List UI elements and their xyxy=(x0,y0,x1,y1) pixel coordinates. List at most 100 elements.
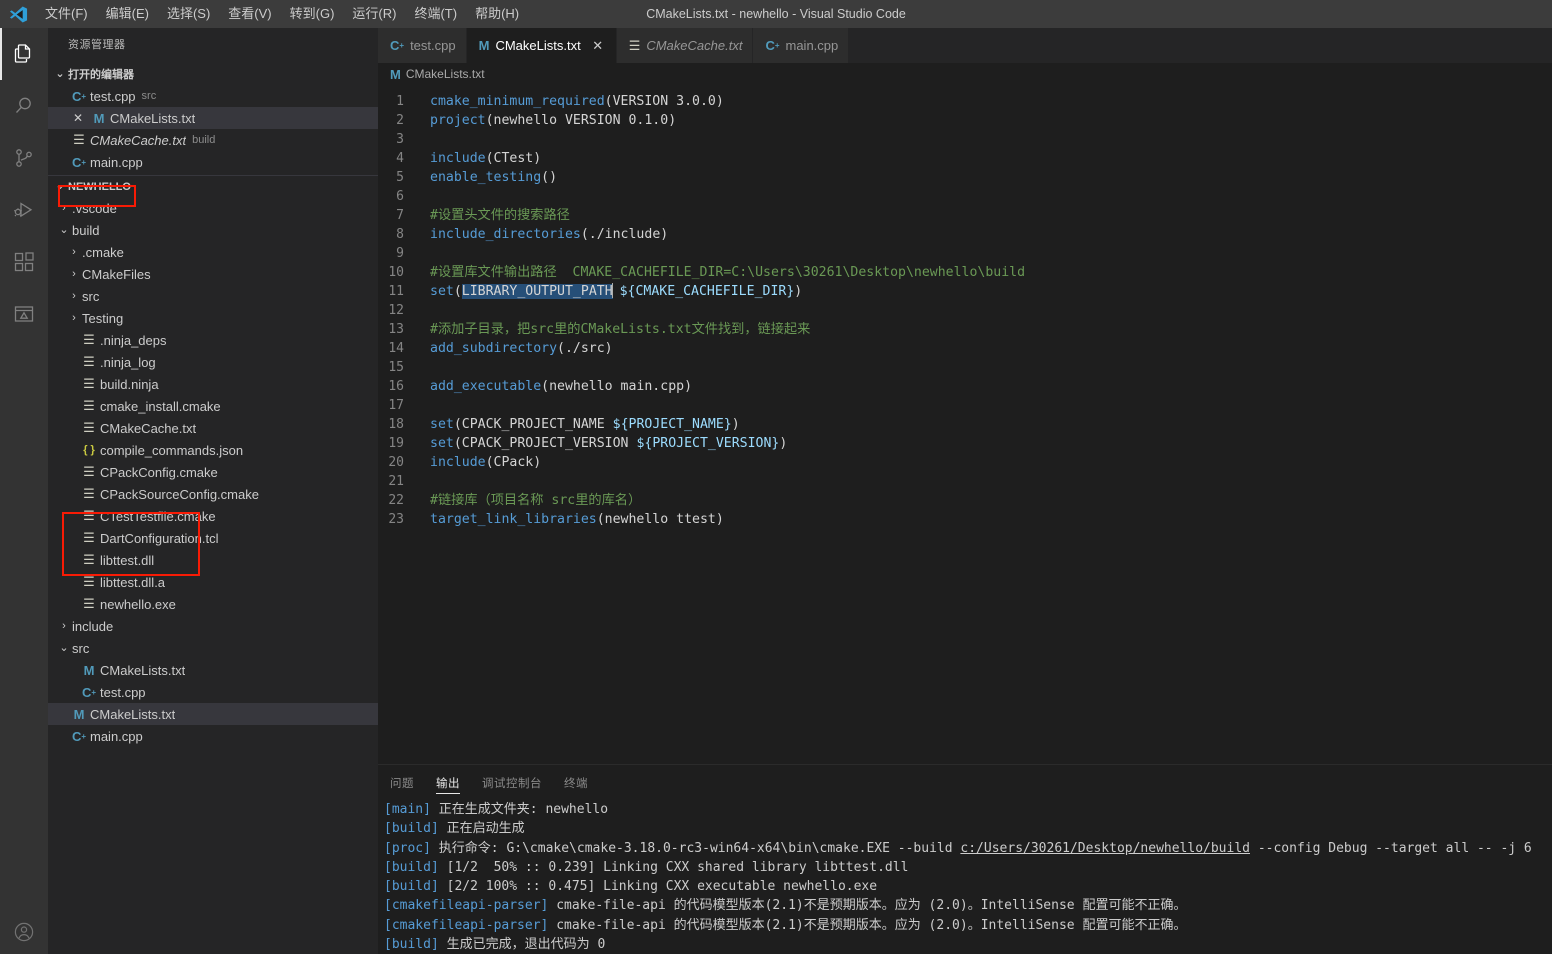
line-text[interactable]: cmake_minimum_required(VERSION 3.0.0) xyxy=(430,92,1552,111)
code-line[interactable]: 17 xyxy=(378,396,1552,415)
line-text[interactable]: include(CTest) xyxy=(430,149,1552,168)
tree-file-row[interactable]: ☰ libttest.dll.a xyxy=(48,571,378,593)
line-text[interactable]: include_directories(./include) xyxy=(430,225,1552,244)
tree-file-row[interactable]: ☰ CPackSourceConfig.cmake xyxy=(48,483,378,505)
tree-file-row[interactable]: M CMakeLists.txt xyxy=(48,703,378,725)
line-text[interactable]: #添加子目录，把src里的CMakeLists.txt文件找到，链接起来 xyxy=(430,320,1552,339)
line-text[interactable]: #设置头文件的搜索路径 xyxy=(430,206,1552,225)
menu-selection[interactable]: 选择(S) xyxy=(158,0,219,28)
code-line[interactable]: 20 include(CPack) xyxy=(378,453,1552,472)
workspace-folder-header[interactable]: ⌄ NEWHELLO xyxy=(48,175,378,197)
tree-file-row[interactable]: C + test.cpp xyxy=(48,681,378,703)
code-line[interactable]: 16 add_executable(newhello main.cpp) xyxy=(378,377,1552,396)
tree-folder-row[interactable]: ⌄ src xyxy=(48,637,378,659)
code-line[interactable]: 10 #设置库文件输出路径 CMAKE_CACHEFILE_DIR=C:\User… xyxy=(378,263,1552,282)
tree-file-row[interactable]: M CMakeLists.txt xyxy=(48,659,378,681)
output-content[interactable]: [main] 正在生成文件夹: newhello [build] 正在启动生成 [p… xyxy=(378,800,1552,954)
line-text[interactable]: set(CPACK_PROJECT_NAME ${PROJECT_NAME}) xyxy=(430,415,1552,434)
close-icon[interactable]: ✕ xyxy=(68,111,88,125)
code-line[interactable]: 15 xyxy=(378,358,1552,377)
tree-file-row[interactable]: ☰ CMakeCache.txt xyxy=(48,417,378,439)
panel-tab-terminal[interactable]: 终端 xyxy=(564,765,588,800)
code-line[interactable]: 7 #设置头文件的搜索路径 xyxy=(378,206,1552,225)
open-editor-main-cpp[interactable]: C + main.cpp xyxy=(48,151,378,173)
tab-main-cpp[interactable]: C + main.cpp xyxy=(753,28,850,63)
tree-folder-row[interactable]: ⌄ build xyxy=(48,219,378,241)
activitybar-run-and-debug-icon[interactable] xyxy=(0,184,48,236)
tree-file-row[interactable]: ☰ libttest.dll xyxy=(48,549,378,571)
code-line[interactable]: 2 project(newhello VERSION 0.1.0) xyxy=(378,111,1552,130)
tree-file-row[interactable]: C + main.cpp xyxy=(48,725,378,747)
activitybar-files-explorer-icon[interactable] xyxy=(0,28,48,80)
selected-text[interactable]: LIBRARY_OUTPUT_PATH xyxy=(461,284,613,299)
tree-folder-row[interactable]: › Testing xyxy=(48,307,378,329)
tab-cmakelists-txt[interactable]: M CMakeLists.txt ✕ xyxy=(466,28,617,63)
code-line[interactable]: 19 set(CPACK_PROJECT_VERSION ${PROJECT_VE… xyxy=(378,434,1552,453)
tree-file-row[interactable]: ☰ CTestTestfile.cmake xyxy=(48,505,378,527)
breadcrumb[interactable]: M CMakeLists.txt xyxy=(378,63,1552,85)
activitybar-source-control-icon[interactable] xyxy=(0,132,48,184)
activitybar-extensions-icon[interactable] xyxy=(0,236,48,288)
activitybar-cmake-tools-icon[interactable] xyxy=(0,288,48,340)
code-line[interactable]: 12 xyxy=(378,301,1552,320)
tab-close-icon[interactable]: ✕ xyxy=(590,38,606,54)
code-line[interactable]: 6 xyxy=(378,187,1552,206)
menu-edit[interactable]: 编辑(E) xyxy=(97,0,158,28)
tree-folder-row[interactable]: › CMakeFiles xyxy=(48,263,378,285)
menu-bar[interactable]: 文件(F) 编辑(E) 选择(S) 查看(V) 转到(G) 运行(R) 终端(T… xyxy=(36,0,528,28)
tree-file-row[interactable]: ☰ .ninja_deps xyxy=(48,329,378,351)
line-text[interactable]: include(CPack) xyxy=(430,453,1552,472)
code-content[interactable]: 1 cmake_minimum_required(VERSION 3.0.0) 2 p… xyxy=(378,85,1552,529)
menu-go[interactable]: 转到(G) xyxy=(281,0,344,28)
open-editor-test-cpp[interactable]: C + test.cpp src xyxy=(48,85,378,107)
line-text[interactable]: add_subdirectory(./src) xyxy=(430,339,1552,358)
open-editor-cmakecache[interactable]: ☰ CMakeCache.txt build xyxy=(48,129,378,151)
line-text[interactable]: project(newhello VERSION 0.1.0) xyxy=(430,111,1552,130)
code-line[interactable]: 3 xyxy=(378,130,1552,149)
line-text[interactable]: #链接库（项目名称 src里的库名） xyxy=(430,491,1552,510)
tree-folder-row[interactable]: › .cmake xyxy=(48,241,378,263)
tree-file-row[interactable]: ☰ build.ninja xyxy=(48,373,378,395)
menu-help[interactable]: 帮助(H) xyxy=(466,0,528,28)
tree-file-row[interactable]: { } compile_commands.json xyxy=(48,439,378,461)
code-line[interactable]: 9 xyxy=(378,244,1552,263)
code-line[interactable]: 18 set(CPACK_PROJECT_NAME ${PROJECT_NAME}… xyxy=(378,415,1552,434)
activitybar-search-icon[interactable] xyxy=(0,80,48,132)
tree-file-row[interactable]: ☰ DartConfiguration.tcl xyxy=(48,527,378,549)
tree-folder-row[interactable]: › .vscode xyxy=(48,197,378,219)
output-path-link[interactable]: c:/Users/30261/Desktop/newhello/build xyxy=(960,841,1250,856)
panel-tab-debug-console[interactable]: 调试控制台 xyxy=(482,765,542,800)
code-line[interactable]: 4 include(CTest) xyxy=(378,149,1552,168)
tree-file-row[interactable]: ☰ CPackConfig.cmake xyxy=(48,461,378,483)
open-editor-cmakelists[interactable]: ✕ M CMakeLists.txt xyxy=(48,107,378,129)
panel-tab-problems[interactable]: 问题 xyxy=(390,765,414,800)
menu-run[interactable]: 运行(R) xyxy=(343,0,405,28)
open-editors-header[interactable]: ⌄ 打开的编辑器 xyxy=(48,63,378,85)
tree-file-row[interactable]: ☰ cmake_install.cmake xyxy=(48,395,378,417)
code-line[interactable]: 13 #添加子目录，把src里的CMakeLists.txt文件找到，链接起来 xyxy=(378,320,1552,339)
line-text[interactable]: target_link_libraries(newhello ttest) xyxy=(430,510,1552,529)
tab-test-cpp[interactable]: C + test.cpp xyxy=(378,28,467,63)
code-line[interactable]: 8 include_directories(./include) xyxy=(378,225,1552,244)
tree-file-row[interactable]: ☰ newhello.exe xyxy=(48,593,378,615)
tree-file-row[interactable]: ☰ .ninja_log xyxy=(48,351,378,373)
code-line[interactable]: 14 add_subdirectory(./src) xyxy=(378,339,1552,358)
menu-terminal[interactable]: 终端(T) xyxy=(405,0,466,28)
tab-cmakecache-txt[interactable]: ☰ CMakeCache.txt xyxy=(616,28,754,63)
code-line[interactable]: 21 xyxy=(378,472,1552,491)
line-text[interactable]: #设置库文件输出路径 CMAKE_CACHEFILE_DIR=C:\Users\… xyxy=(430,263,1552,282)
panel-tab-output[interactable]: 输出 xyxy=(436,765,460,800)
code-editor[interactable]: 1 cmake_minimum_required(VERSION 3.0.0) 2 p… xyxy=(378,85,1552,764)
code-line[interactable]: 1 cmake_minimum_required(VERSION 3.0.0) xyxy=(378,92,1552,111)
tree-folder-row[interactable]: › include xyxy=(48,615,378,637)
code-line[interactable]: 11 set(LIBRARY_OUTPUT_PATH ${CMAKE_CACHEF… xyxy=(378,282,1552,301)
line-text[interactable]: set(LIBRARY_OUTPUT_PATH ${CMAKE_CACHEFIL… xyxy=(430,282,1552,301)
line-text[interactable]: add_executable(newhello main.cpp) xyxy=(430,377,1552,396)
activitybar-account-icon[interactable] xyxy=(0,910,48,954)
line-text[interactable]: set(CPACK_PROJECT_VERSION ${PROJECT_VERS… xyxy=(430,434,1552,453)
code-line[interactable]: 5 enable_testing() xyxy=(378,168,1552,187)
code-line[interactable]: 22 #链接库（项目名称 src里的库名） xyxy=(378,491,1552,510)
line-text[interactable]: enable_testing() xyxy=(430,168,1552,187)
tree-folder-row[interactable]: › src xyxy=(48,285,378,307)
code-line[interactable]: 23 target_link_libraries(newhello ttest) xyxy=(378,510,1552,529)
